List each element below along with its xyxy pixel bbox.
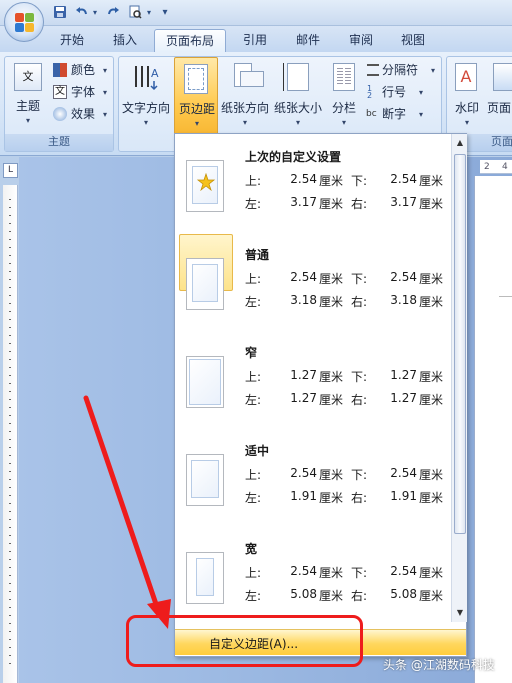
source-watermark: 头条 @江湖数码科技	[383, 658, 495, 672]
annotation-highlight-box	[126, 615, 363, 667]
arrow-shaft	[83, 395, 161, 613]
annotation-arrow	[83, 395, 171, 629]
